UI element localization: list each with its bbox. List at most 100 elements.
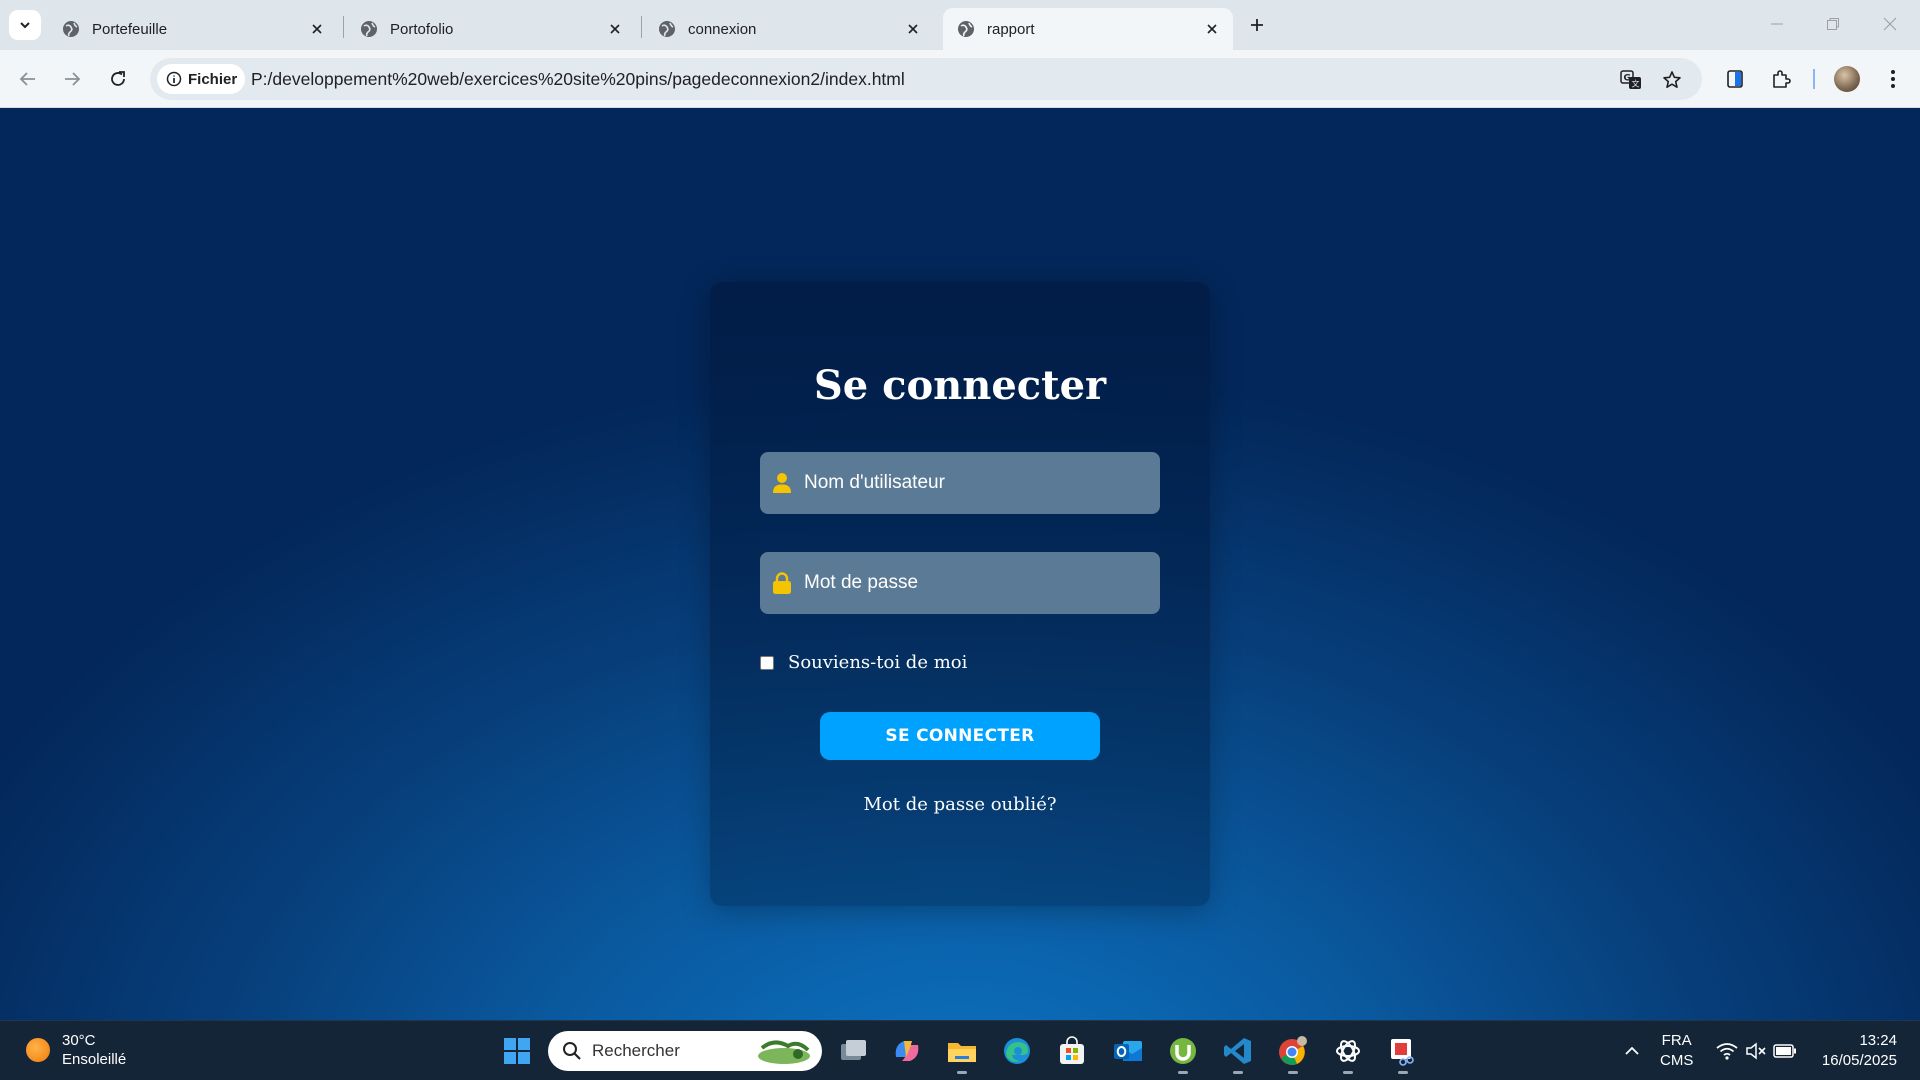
running-indicator — [1398, 1071, 1408, 1074]
clock-date: 16/05/2025 — [1821, 1052, 1897, 1069]
remember-checkbox[interactable] — [760, 655, 774, 670]
translate-icon: G文 — [1620, 70, 1641, 89]
more-vertical-icon — [1891, 70, 1895, 88]
file-explorer-button[interactable] — [944, 1033, 980, 1074]
snipping-tool-icon — [1391, 1039, 1414, 1066]
close-tab-button[interactable] — [1203, 20, 1221, 38]
vscode-button[interactable] — [1220, 1033, 1256, 1074]
snipping-tool-button[interactable] — [1385, 1033, 1421, 1074]
taskbar-search[interactable]: Rechercher — [548, 1031, 822, 1071]
input-method: CMS — [1660, 1052, 1694, 1069]
battery-button[interactable] — [1767, 1033, 1803, 1069]
tab-label: Portefeuille — [92, 20, 168, 38]
running-indicator — [1178, 1071, 1188, 1074]
globe-icon — [361, 21, 377, 37]
language-code: FRA — [1661, 1032, 1692, 1049]
tab-portofolio[interactable]: Portofolio — [346, 8, 636, 50]
start-icon — [504, 1038, 530, 1064]
weather-temp: 30°C — [62, 1032, 96, 1049]
wifi-icon — [1716, 1043, 1738, 1060]
close-icon — [1207, 24, 1217, 34]
site-info-chip[interactable]: Fichier — [157, 64, 245, 94]
chatgpt-button[interactable] — [1330, 1033, 1366, 1074]
username-field[interactable]: Nom d'utilisateur — [760, 452, 1160, 514]
reading-list-button[interactable] — [1721, 65, 1749, 93]
puzzle-icon — [1773, 70, 1791, 88]
translate-button[interactable]: G文 — [1618, 67, 1644, 93]
tab-rapport[interactable]: rapport — [943, 8, 1233, 50]
edge-button[interactable] — [999, 1033, 1035, 1069]
globe-icon — [659, 21, 675, 37]
back-button[interactable] — [14, 65, 42, 93]
address-bar[interactable]: Fichier P:/developpement%20web/exercices… — [150, 58, 1702, 100]
bookmark-button[interactable] — [1659, 67, 1685, 93]
new-tab-button[interactable] — [1245, 13, 1269, 37]
language-indicator[interactable]: FRA CMS — [1660, 1031, 1693, 1071]
task-view-icon — [841, 1040, 866, 1060]
search-placeholder: Rechercher — [592, 1041, 680, 1060]
reload-button[interactable] — [104, 65, 132, 93]
url-text[interactable]: P:/developpement%20web/exercices%20site%… — [251, 69, 905, 90]
close-icon — [610, 24, 620, 34]
browser-toolbar: Fichier P:/developpement%20web/exercices… — [0, 50, 1920, 108]
close-tab-button[interactable] — [904, 20, 922, 38]
menu-button[interactable] — [1879, 65, 1907, 93]
arrow-left-icon — [19, 72, 35, 86]
close-icon — [908, 24, 918, 34]
battery-icon — [1773, 1044, 1796, 1058]
utorrent-button[interactable] — [1165, 1033, 1201, 1074]
password-field[interactable]: Mot de passe — [760, 552, 1160, 614]
close-window-button[interactable] — [1878, 12, 1902, 36]
close-tab-button[interactable] — [606, 20, 624, 38]
tab-search-button[interactable] — [9, 10, 41, 40]
chevron-up-icon — [1625, 1046, 1639, 1055]
close-icon — [1883, 17, 1897, 31]
login-button[interactable]: SE CONNECTER — [820, 712, 1100, 760]
extensions-button[interactable] — [1767, 65, 1795, 93]
restore-button[interactable] — [1821, 12, 1845, 36]
info-icon — [166, 71, 182, 87]
store-button[interactable] — [1054, 1033, 1090, 1069]
forward-button[interactable] — [58, 65, 86, 93]
weather-widget[interactable]: 30°C Ensoleillé — [26, 1031, 126, 1069]
chatgpt-icon — [1336, 1040, 1360, 1062]
copilot-icon — [895, 1041, 919, 1061]
password-placeholder: Mot de passe — [804, 572, 919, 593]
task-view-button[interactable] — [836, 1033, 872, 1069]
taskbar: 30°C Ensoleillé Rechercher FRA CMS 13:24… — [0, 1020, 1920, 1080]
page-background: Se connecter Nom d'utilisateur Mot de pa… — [0, 108, 1920, 1020]
tab-portefeuille[interactable]: Portefeuille — [48, 8, 338, 50]
store-icon — [1060, 1036, 1084, 1064]
username-placeholder: Nom d'utilisateur — [804, 472, 945, 493]
toolbar-divider — [1813, 69, 1815, 89]
site-info-label: Fichier — [188, 70, 238, 88]
chevron-down-icon — [20, 22, 30, 29]
remember-label[interactable]: Souviens-toi de moi — [788, 652, 967, 673]
search-highlight-icon — [758, 1040, 810, 1064]
close-tab-button[interactable] — [308, 20, 326, 38]
start-button[interactable] — [499, 1033, 535, 1069]
star-icon — [1663, 71, 1681, 88]
arrow-right-icon — [65, 72, 81, 86]
plus-icon — [1251, 19, 1263, 31]
copilot-button[interactable] — [889, 1033, 925, 1069]
tab-connexion[interactable]: connexion — [644, 8, 934, 50]
tab-separator — [641, 16, 642, 38]
close-icon — [312, 24, 322, 34]
chrome-button[interactable] — [1275, 1033, 1311, 1074]
volume-muted-icon — [1746, 1042, 1766, 1060]
profile-button[interactable] — [1833, 65, 1861, 93]
tab-label: Portofolio — [390, 20, 454, 38]
forgot-password-link[interactable]: Mot de passe oublié? — [710, 794, 1210, 815]
show-hidden-icons-button[interactable] — [1614, 1033, 1650, 1069]
running-indicator — [1343, 1071, 1353, 1074]
minimize-button[interactable] — [1765, 12, 1789, 36]
lock-icon — [773, 572, 791, 594]
tab-separator — [343, 16, 344, 38]
outlook-button[interactable] — [1110, 1033, 1146, 1069]
avatar — [1834, 66, 1860, 92]
outlook-icon — [1114, 1041, 1142, 1061]
restore-icon — [1827, 18, 1839, 30]
clock[interactable]: 13:24 16/05/2025 — [1815, 1031, 1897, 1071]
tab-label: rapport — [987, 20, 1035, 38]
